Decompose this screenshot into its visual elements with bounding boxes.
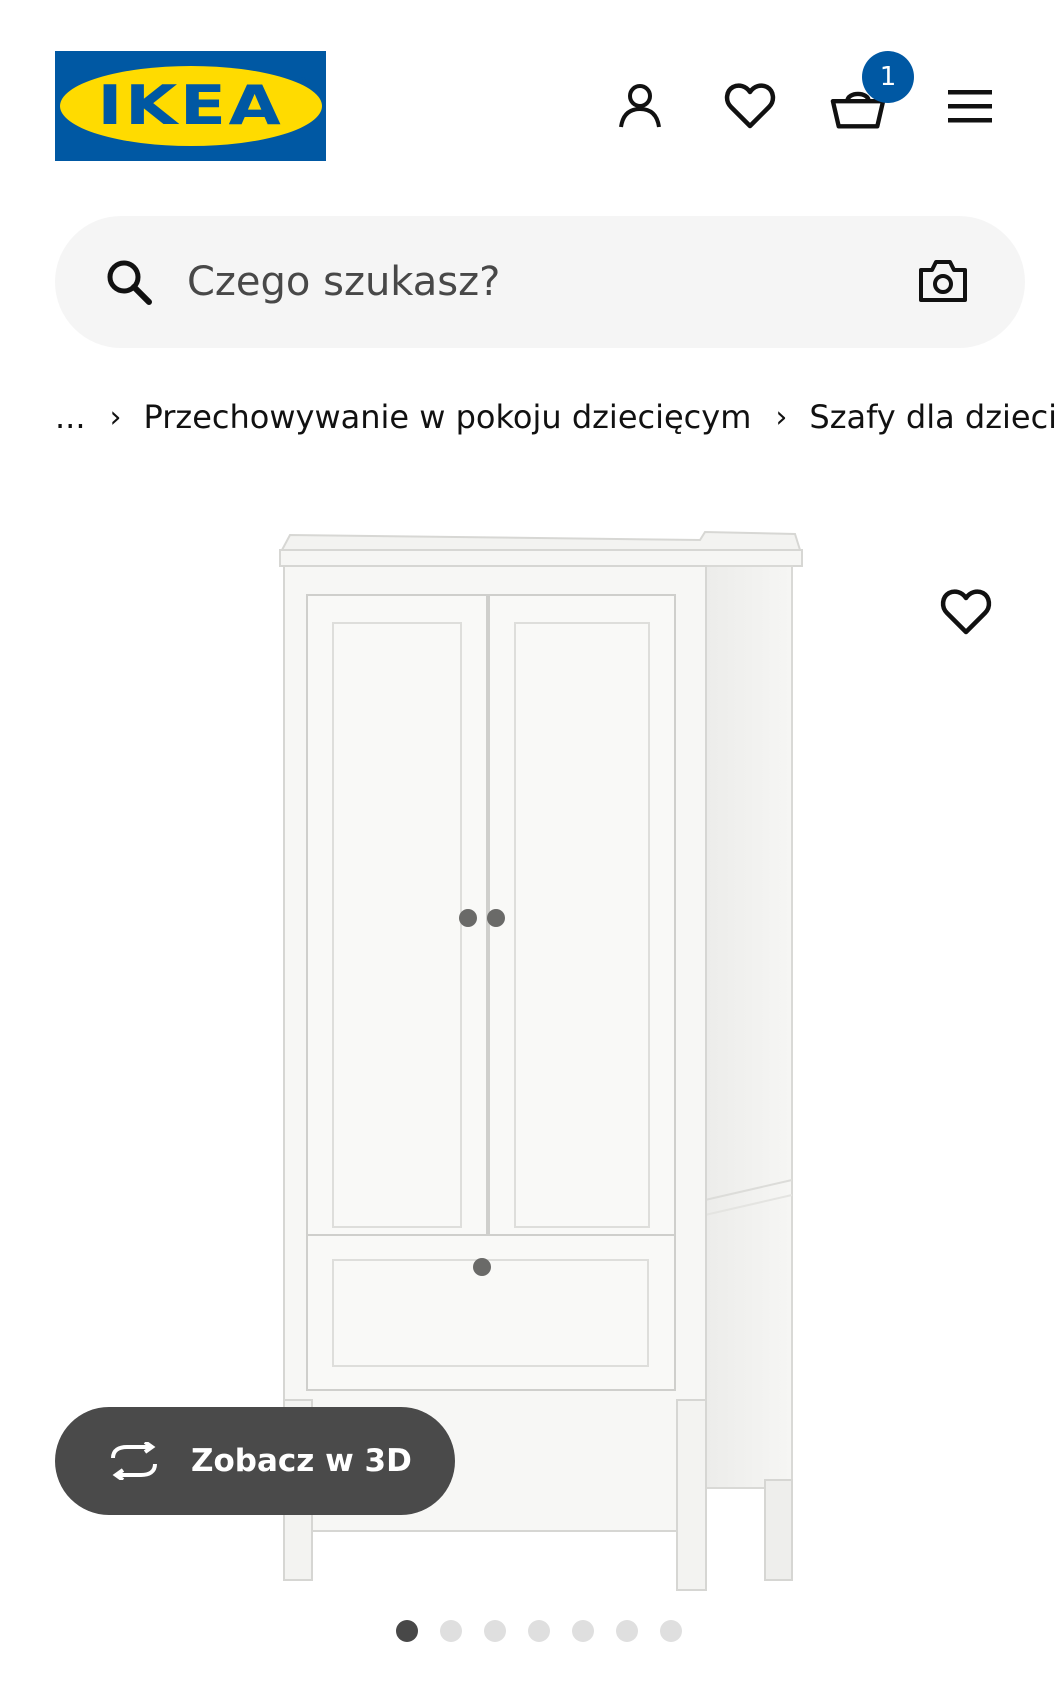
search-input[interactable] <box>187 246 807 318</box>
heart-icon[interactable] <box>722 78 778 134</box>
breadcrumb-separator: › <box>775 399 788 435</box>
cart-count-badge: 1 <box>862 51 914 103</box>
camera-icon[interactable] <box>917 258 969 308</box>
carousel-dot-7[interactable] <box>660 1620 682 1642</box>
carousel-dot-3[interactable] <box>484 1620 506 1642</box>
breadcrumb-separator: › <box>109 399 122 435</box>
view-in-3d-button[interactable]: Zobacz w 3D <box>55 1407 455 1515</box>
logo-registered-mark: ® <box>297 76 308 87</box>
breadcrumb: ... › Przechowywanie w pokoju dziecięcym… <box>55 392 1057 442</box>
breadcrumb-ellipsis[interactable]: ... <box>55 398 86 436</box>
carousel-dot-4[interactable] <box>528 1620 550 1642</box>
add-to-wishlist-heart-icon[interactable] <box>940 588 992 640</box>
search-bar[interactable] <box>55 216 1025 348</box>
rotate-3d-icon <box>105 1442 163 1480</box>
ikea-logo[interactable]: IKEA ® <box>55 51 326 161</box>
carousel-dot-1[interactable] <box>396 1620 418 1642</box>
carousel-dot-6[interactable] <box>616 1620 638 1642</box>
logo-oval: IKEA ® <box>59 66 322 146</box>
carousel-dot-5[interactable] <box>572 1620 594 1642</box>
view-in-3d-label: Zobacz w 3D <box>191 1443 412 1479</box>
image-carousel-dots <box>396 1620 682 1642</box>
breadcrumb-item-kids-wardrobes[interactable]: Szafy dla dzieci <box>809 398 1057 436</box>
user-icon[interactable] <box>612 78 668 134</box>
menu-icon[interactable] <box>942 78 998 134</box>
search-icon <box>105 258 153 310</box>
logo-text: IKEA <box>97 74 284 137</box>
breadcrumb-item-kids-storage[interactable]: Przechowywanie w pokoju dziecięcym <box>144 398 752 436</box>
carousel-dot-2[interactable] <box>440 1620 462 1642</box>
